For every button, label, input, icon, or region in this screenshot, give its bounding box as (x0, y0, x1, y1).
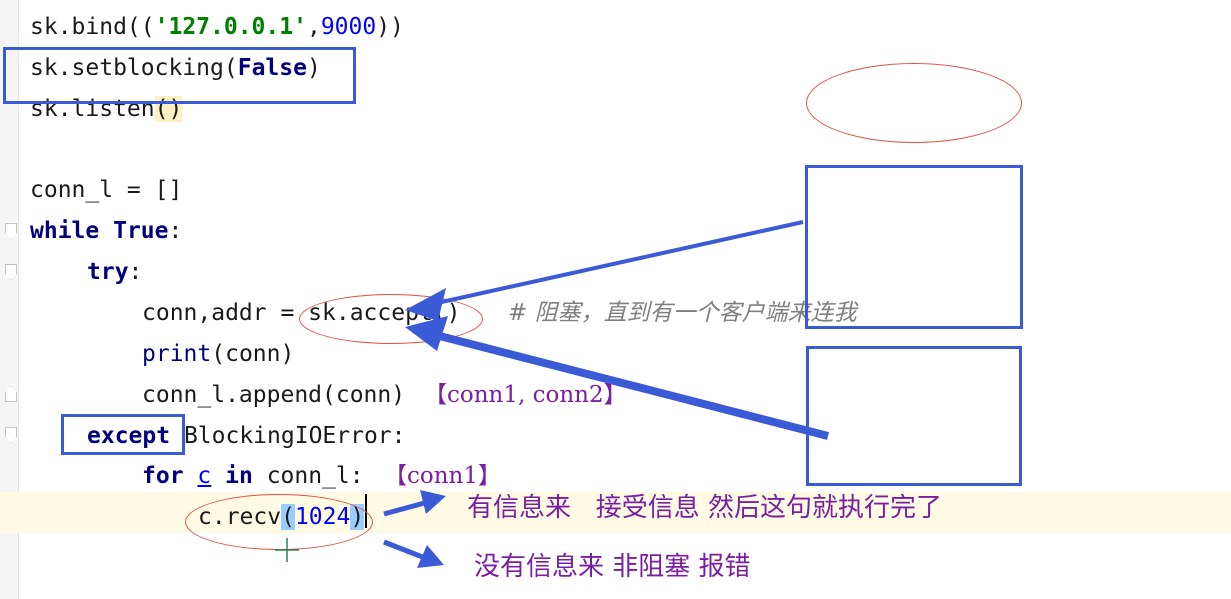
arrow-line-no-info (383, 539, 426, 561)
crosshair-cursor-icon (275, 538, 299, 562)
arrow-line-lower (427, 329, 829, 440)
arrow-head-upper (405, 288, 446, 321)
arrow-line-upper (427, 220, 804, 307)
annotation-arrows (275, 220, 829, 568)
arrow-head-lower (405, 316, 448, 351)
arrow-head-has-info (420, 490, 446, 514)
arrow-line-has-info (383, 499, 429, 517)
